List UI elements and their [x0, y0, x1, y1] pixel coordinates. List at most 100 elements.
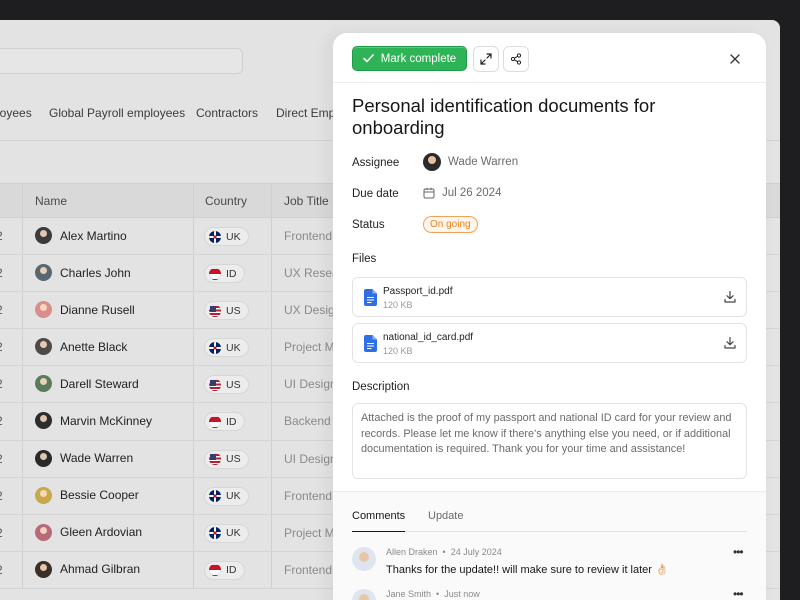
- due-date-value[interactable]: Jul 26 2024: [423, 187, 501, 199]
- assignee-label: Assignee: [352, 157, 399, 169]
- mark-complete-button[interactable]: Mark complete: [352, 46, 467, 71]
- share-icon: [510, 53, 522, 65]
- employee-name-cell: Anette Black: [35, 338, 127, 355]
- country-code: US: [226, 453, 241, 465]
- row-number: 2: [0, 340, 3, 354]
- calendar-icon: [423, 187, 435, 199]
- row-number: 2: [0, 452, 3, 466]
- country-badge: ID: [204, 561, 245, 580]
- tab-contractors[interactable]: Contractors: [196, 106, 258, 120]
- column-header-country[interactable]: Country: [205, 194, 247, 208]
- tab-comments[interactable]: Comments: [352, 510, 405, 532]
- comment-text: Thanks for the update!! will make sure t…: [386, 563, 669, 576]
- more-options-icon[interactable]: •••: [733, 587, 747, 599]
- comment-meta: Allen Draken•24 July 2024: [386, 547, 502, 557]
- employee-name: Darell Steward: [60, 377, 139, 391]
- download-icon[interactable]: [723, 290, 737, 304]
- country-code: UK: [226, 342, 241, 354]
- employee-name-cell: Darell Steward: [35, 375, 139, 392]
- job-title: Frontend: [284, 229, 332, 243]
- job-title: Backend: [284, 414, 331, 428]
- assignee-value[interactable]: Wade Warren: [423, 153, 518, 171]
- avatar: [352, 589, 376, 600]
- avatar: [35, 264, 52, 281]
- row-number: 2: [0, 563, 3, 577]
- tab-update[interactable]: Update: [428, 510, 463, 532]
- mark-complete-label: Mark complete: [381, 53, 456, 65]
- close-icon: [730, 54, 740, 64]
- employee-name-cell: Wade Warren: [35, 450, 133, 467]
- comments-section: Comments Update Allen Draken•24 July 202…: [333, 491, 766, 600]
- expand-button[interactable]: [473, 46, 499, 72]
- tab-direct-employees[interactable]: Direct Emp: [276, 106, 335, 120]
- row-number: 2: [0, 489, 3, 503]
- country-code: UK: [226, 490, 241, 502]
- description-textarea[interactable]: Attached is the proof of my passport and…: [352, 403, 747, 479]
- expand-icon: [480, 53, 492, 65]
- flag-icon: [209, 379, 221, 391]
- avatar: [35, 412, 52, 429]
- country-code: ID: [226, 564, 237, 576]
- country-code: US: [226, 305, 241, 317]
- country-code: UK: [226, 231, 241, 243]
- file-name: national_id_card.pdf: [383, 332, 473, 343]
- panel-toolbar: Mark complete: [333, 33, 766, 83]
- file-size: 120 KB: [383, 346, 413, 356]
- job-title: Frontend: [284, 489, 332, 503]
- tab-employees[interactable]: loyees: [0, 106, 32, 120]
- employee-name-cell: Marvin McKinney: [35, 412, 152, 429]
- job-title: Project M: [284, 340, 335, 354]
- employee-name-cell: Bessie Cooper: [35, 487, 139, 504]
- flag-icon: [209, 564, 221, 576]
- comment-meta: Jane Smith•Just now: [386, 589, 480, 599]
- country-badge: US: [204, 375, 249, 394]
- job-title: UX Resea: [284, 266, 339, 280]
- column-header-name[interactable]: Name: [35, 194, 67, 208]
- flag-icon: [209, 268, 221, 280]
- flag-icon: [209, 453, 221, 465]
- due-date-label: Due date: [352, 188, 399, 200]
- assignee-name: Wade Warren: [448, 156, 518, 168]
- employee-name: Wade Warren: [60, 451, 133, 465]
- download-icon[interactable]: [723, 336, 737, 350]
- country-badge: US: [204, 301, 249, 320]
- country-code: UK: [226, 527, 241, 539]
- comment-date: Just now: [444, 589, 480, 599]
- more-options-icon[interactable]: •••: [733, 545, 747, 557]
- flag-icon: [209, 231, 221, 243]
- employee-name-cell: Charles John: [35, 264, 131, 281]
- files-label: Files: [352, 253, 376, 265]
- flag-icon: [209, 527, 221, 539]
- file-item[interactable]: national_id_card.pdf 120 KB: [352, 323, 747, 363]
- flag-icon: [209, 305, 221, 317]
- column-header-job-title[interactable]: Job Title: [284, 194, 329, 208]
- employee-name-cell: Gleen Ardovian: [35, 524, 142, 541]
- country-badge: UK: [204, 227, 249, 246]
- row-number: 2: [0, 377, 3, 391]
- employee-name-cell: Dianne Rusell: [35, 301, 135, 318]
- avatar: [35, 487, 52, 504]
- task-detail-panel: Mark complete Personal identification do…: [333, 33, 766, 600]
- status-value[interactable]: On going: [423, 216, 478, 233]
- file-size: 120 KB: [383, 300, 413, 310]
- tab-global-payroll[interactable]: Global Payroll employees: [49, 106, 185, 120]
- close-button[interactable]: [725, 49, 745, 69]
- country-badge: US: [204, 450, 249, 469]
- employee-name: Charles John: [60, 266, 131, 280]
- status-badge: On going: [423, 216, 478, 233]
- avatar: [35, 301, 52, 318]
- check-icon: [363, 54, 374, 63]
- status-label: Status: [352, 219, 385, 231]
- avatar: [35, 524, 52, 541]
- due-date-text: Jul 26 2024: [442, 187, 501, 199]
- avatar: [35, 338, 52, 355]
- search-input[interactable]: [0, 48, 243, 74]
- avatar: [352, 547, 376, 571]
- file-item[interactable]: Passport_id.pdf 120 KB: [352, 277, 747, 317]
- employee-name: Gleen Ardovian: [60, 525, 142, 539]
- job-title: UX Desig: [284, 303, 335, 317]
- flag-icon: [209, 342, 221, 354]
- country-code: US: [226, 379, 241, 391]
- share-button[interactable]: [503, 46, 529, 72]
- row-number: 2: [0, 526, 3, 540]
